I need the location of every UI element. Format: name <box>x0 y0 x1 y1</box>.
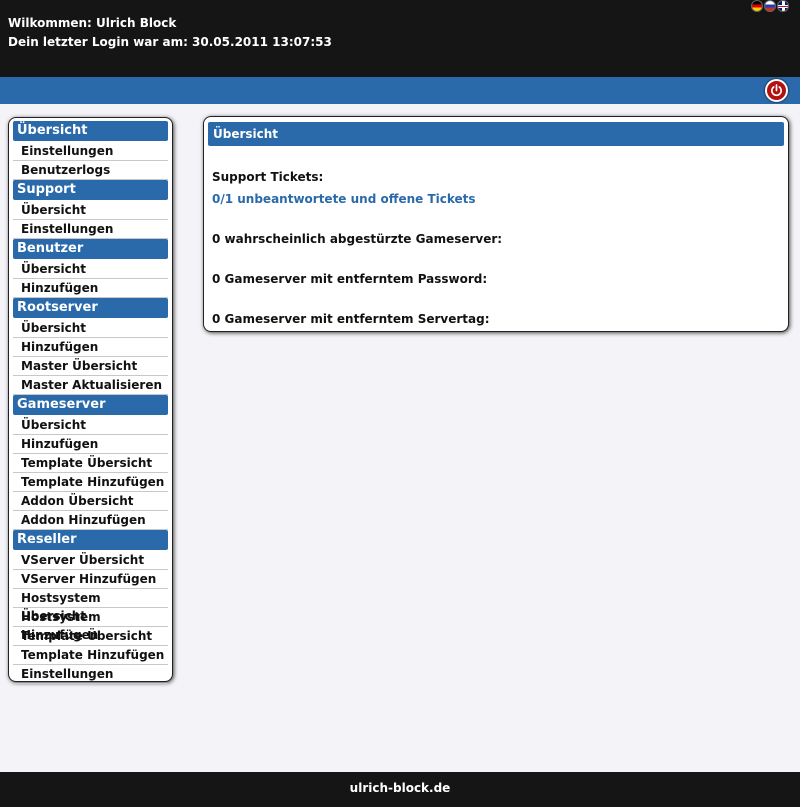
sidebar-section--bersicht[interactable]: Übersicht <box>13 121 168 141</box>
sidebar-item-template-bersicht[interactable]: Template Übersicht <box>13 627 168 646</box>
logout-button[interactable] <box>765 79 788 102</box>
sidebar-item-vserver-bersicht[interactable]: VServer Übersicht <box>13 551 168 570</box>
tickets-link[interactable]: 0/1 unbeantwortete und offene Tickets <box>212 192 476 206</box>
sidebar-item-einstellungen[interactable]: Einstellungen <box>13 142 168 161</box>
sidebar-item-master-aktualisieren[interactable]: Master Aktualisieren <box>13 376 168 395</box>
sidebar-item-template-bersicht[interactable]: Template Übersicht <box>13 454 168 473</box>
sidebar-item-template-hinzuf-gen[interactable]: Template Hinzufügen <box>13 646 168 665</box>
sidebar-section-rootserver[interactable]: Rootserver <box>13 298 168 318</box>
sidebar-item--bersicht[interactable]: Übersicht <box>13 260 168 279</box>
footer: ulrich-block.de <box>0 772 800 807</box>
sidebar-item-hostsystem-hinzuf-gen[interactable]: Hostsystem Hinzufügen <box>13 608 168 642</box>
sidebar-section-support[interactable]: Support <box>13 180 168 200</box>
sidebar-item-hinzuf-gen[interactable]: Hinzufügen <box>13 435 168 454</box>
sidebar-item-addon-bersicht[interactable]: Addon Übersicht <box>13 492 168 511</box>
power-icon <box>771 84 782 97</box>
sidebar-section-reseller[interactable]: Reseller <box>13 530 168 550</box>
sidebar-item-template-hinzuf-gen[interactable]: Template Hinzufügen <box>13 473 168 492</box>
sidebar-item-hinzuf-gen[interactable]: Hinzufügen <box>13 279 168 298</box>
panel-title: Übersicht <box>208 122 784 146</box>
removed-servertag-text: 0 Gameserver mit entferntem Servertag: <box>212 312 490 326</box>
sidebar-section-benutzer[interactable]: Benutzer <box>13 239 168 259</box>
flag-de-icon[interactable] <box>751 0 763 12</box>
flag-gb-icon[interactable] <box>777 0 789 12</box>
language-flags <box>751 0 789 12</box>
sidebar-item-einstellungen[interactable]: Einstellungen <box>13 665 168 684</box>
crashed-gameserver-text: 0 wahrscheinlich abgestürzte Gameserver: <box>212 232 503 246</box>
sidebar-item-hinzuf-gen[interactable]: Hinzufügen <box>13 338 168 357</box>
overview-panel: Übersicht Support Tickets: 0/1 unbeantwo… <box>203 116 789 332</box>
sidebar-item-master-bersicht[interactable]: Master Übersicht <box>13 357 168 376</box>
sidebar-item-benutzerlogs[interactable]: Benutzerlogs <box>13 161 168 180</box>
sidebar-item--bersicht[interactable]: Übersicht <box>13 416 168 435</box>
removed-password-text: 0 Gameserver mit entferntem Password: <box>212 272 488 286</box>
toolbar-bar <box>0 77 800 104</box>
sidebar-nav: Übersicht Einstellungen Benutzerlogs Suppor… <box>8 117 173 684</box>
sidebar-item-hostsystem-bersicht[interactable]: Hostsystem Übersicht <box>13 589 168 623</box>
top-header: Wilkommen: Ulrich Block Dein letzter Log… <box>0 0 800 77</box>
last-login-text: Dein letzter Login war am: 30.05.2011 13… <box>8 35 332 49</box>
sidebar-item-addon-hinzuf-gen[interactable]: Addon Hinzufügen <box>13 511 168 530</box>
sidebar-item-vserver-hinzuf-gen[interactable]: VServer Hinzufügen <box>13 570 168 589</box>
sidebar-item--bersicht[interactable]: Übersicht <box>13 319 168 338</box>
welcome-text: Wilkommen: Ulrich Block <box>8 16 177 30</box>
flag-ru-icon[interactable] <box>764 0 776 12</box>
sidebar-item--bersicht[interactable]: Übersicht <box>13 201 168 220</box>
footer-link[interactable]: ulrich-block.de <box>350 781 451 795</box>
support-tickets-label: Support Tickets: <box>212 170 324 184</box>
sidebar-item-einstellungen[interactable]: Einstellungen <box>13 220 168 239</box>
sidebar-section-gameserver[interactable]: Gameserver <box>13 395 168 415</box>
